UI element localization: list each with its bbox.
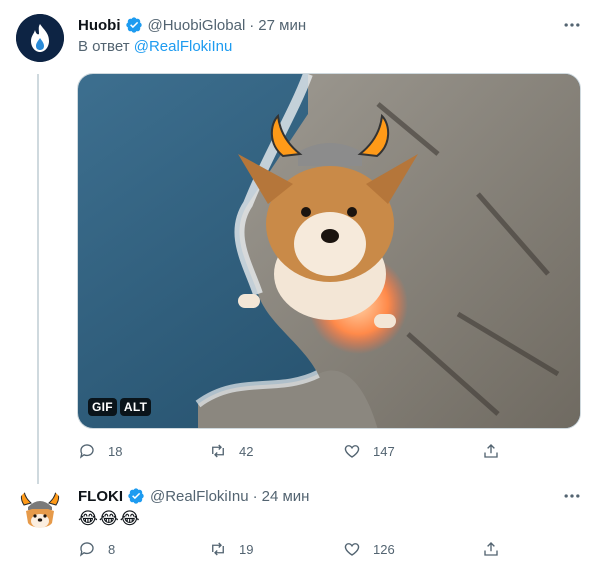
share-icon <box>484 542 498 556</box>
reply-button[interactable]: 8 <box>78 540 115 558</box>
like-button[interactable]: 126 <box>343 540 395 558</box>
tweet-actions: 8 19 126 <box>78 540 508 560</box>
reply-context: В ответ @RealFlokiInu <box>78 38 232 55</box>
gif-media[interactable]: GIF ALT <box>77 73 581 429</box>
verified-badge-icon <box>128 488 144 504</box>
retweet-button[interactable]: 42 <box>209 442 253 460</box>
gif-badge: GIF <box>88 398 117 416</box>
more-options-button[interactable] <box>560 486 584 506</box>
tweet-text: 😂😂😂 <box>78 509 141 528</box>
huobi-avatar[interactable] <box>16 14 64 62</box>
author-handle[interactable]: @HuobiGlobal <box>148 17 246 34</box>
author-name[interactable]: Huobi <box>78 17 121 34</box>
retweet-icon <box>212 444 224 458</box>
heart-icon <box>344 445 360 458</box>
retweet-button[interactable]: 19 <box>209 540 253 558</box>
reply-count: 18 <box>108 443 123 459</box>
heart-icon <box>344 543 360 556</box>
reply-count: 8 <box>108 541 116 557</box>
timestamp[interactable]: 24 мин <box>262 488 310 505</box>
verified-badge-icon <box>125 17 142 33</box>
huobi-flame-icon <box>16 14 64 62</box>
reply-bubble-icon <box>79 542 94 557</box>
floki-viking-dog-icon <box>20 490 60 528</box>
like-count: 147 <box>373 443 395 459</box>
tweet-header: FLOKI @RealFlokiInu · 24 мин <box>78 486 309 506</box>
more-dots-icon <box>564 494 580 498</box>
reply-button[interactable]: 18 <box>78 442 122 460</box>
alt-badge[interactable]: ALT <box>119 398 152 416</box>
more-options-button[interactable] <box>560 15 584 35</box>
timestamp[interactable]: 27 мин <box>258 17 306 34</box>
reply-bubble-icon <box>79 444 94 459</box>
tweet-header: Huobi @HuobiGlobal · 27 мин <box>78 15 306 35</box>
share-icon <box>484 444 498 458</box>
reply-to-link[interactable]: @RealFlokiInu <box>134 38 233 55</box>
share-button[interactable] <box>482 442 500 460</box>
thread-connector-line <box>37 74 39 484</box>
floki-avatar[interactable] <box>16 487 64 535</box>
author-name[interactable]: FLOKI <box>78 488 123 505</box>
reply-prefix: В ответ <box>78 38 130 55</box>
share-button[interactable] <box>482 540 500 558</box>
retweet-icon <box>212 542 224 556</box>
author-handle[interactable]: @RealFlokiInu <box>150 488 249 505</box>
like-count: 126 <box>373 541 395 557</box>
tweet-actions: 18 42 147 <box>78 442 508 462</box>
retweet-count: 19 <box>239 541 254 557</box>
retweet-count: 42 <box>239 443 254 459</box>
separator-dot: · <box>249 16 255 34</box>
media-badges: GIF ALT <box>88 398 152 416</box>
like-button[interactable]: 147 <box>343 442 395 460</box>
more-dots-icon <box>564 23 580 27</box>
floki-flying-gif-image <box>78 74 580 428</box>
separator-dot: · <box>252 487 258 505</box>
